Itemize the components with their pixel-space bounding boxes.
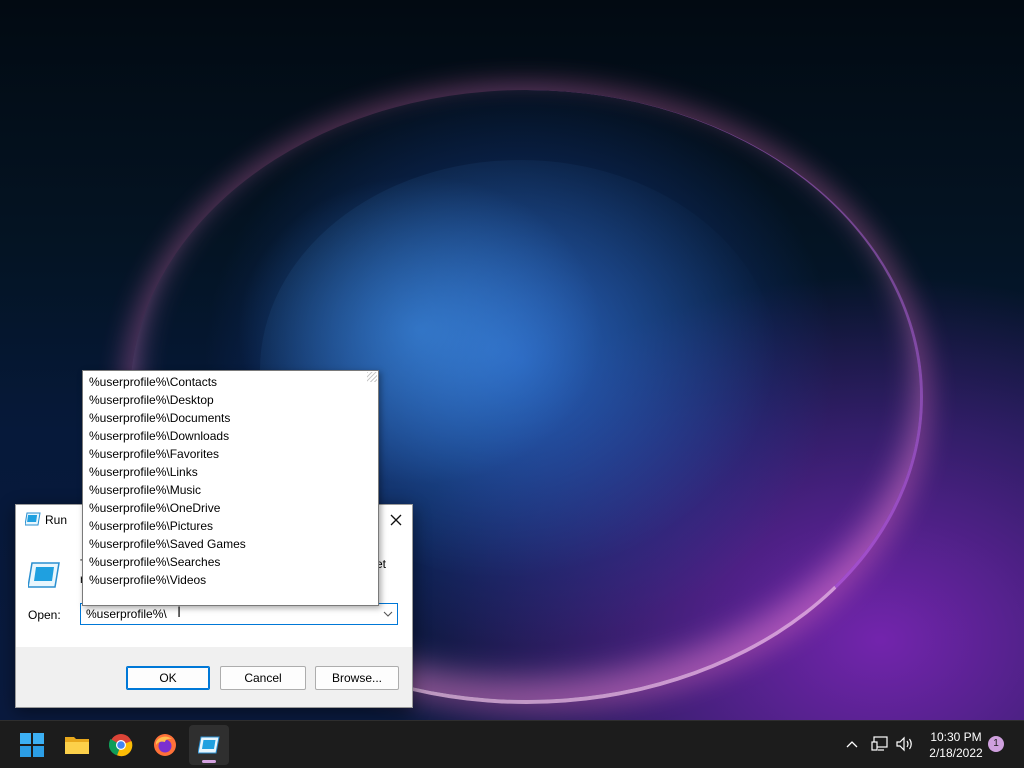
autocomplete-item[interactable]: %userprofile%\Downloads [83,427,378,445]
speaker-icon [896,736,912,752]
open-dropdown-button[interactable] [380,605,396,623]
autocomplete-item[interactable]: %userprofile%\Contacts [83,373,378,391]
close-button[interactable] [380,505,412,535]
ibeam-cursor-icon: I [177,605,182,621]
open-input[interactable] [80,603,398,625]
taskbar: 10:30 PM 2/18/2022 [0,720,1024,768]
firefox-icon [154,734,176,756]
taskbar-firefox[interactable] [145,725,185,765]
autocomplete-item[interactable]: %userprofile%\Searches [83,553,378,571]
autocomplete-item[interactable]: %userprofile%\Pictures [83,517,378,535]
start-icon [20,733,44,757]
browse-button[interactable]: Browse... [315,666,399,690]
taskbar-run[interactable] [189,725,229,765]
open-label: Open: [28,608,61,622]
start-button[interactable] [12,725,52,765]
network-button[interactable] [869,721,891,767]
autocomplete-item[interactable]: %userprofile%\Favorites [83,445,378,463]
ok-button[interactable]: OK [126,666,210,690]
autocomplete-item[interactable]: %userprofile%\Links [83,463,378,481]
autocomplete-item[interactable]: %userprofile%\Videos [83,571,378,589]
run-icon [198,736,220,754]
clock-time: 10:30 PM [930,730,982,744]
volume-button[interactable] [894,721,916,767]
close-icon [390,514,402,526]
active-app-indicator [202,760,216,763]
autocomplete-list: %userprofile%\Contacts %userprofile%\Des… [83,371,378,589]
taskbar-clock[interactable]: 10:30 PM 2/18/2022 [918,729,994,761]
notification-badge[interactable]: 1 [988,736,1004,752]
chevron-up-icon [846,741,858,748]
autocomplete-item[interactable]: %userprofile%\Documents [83,409,378,427]
clock-date: 2/18/2022 [929,746,983,760]
autocomplete-dropdown: %userprofile%\Contacts %userprofile%\Des… [82,370,379,606]
run-app-icon [25,512,41,526]
autocomplete-item[interactable]: %userprofile%\OneDrive [83,499,378,517]
run-large-icon [28,562,60,588]
run-title: Run [45,513,68,527]
taskbar-chrome[interactable] [101,725,141,765]
show-hidden-icons-button[interactable] [842,721,862,767]
file-explorer-icon [65,737,89,754]
autocomplete-item[interactable]: %userprofile%\Music [83,481,378,499]
autocomplete-item[interactable]: %userprofile%\Saved Games [83,535,378,553]
taskbar-file-explorer[interactable] [57,725,97,765]
network-icon [871,736,888,751]
chrome-icon [109,734,133,757]
chevron-down-icon [383,611,393,617]
cancel-button[interactable]: Cancel [220,666,306,690]
autocomplete-item[interactable]: %userprofile%\Desktop [83,391,378,409]
resize-grip-icon[interactable] [367,372,377,382]
